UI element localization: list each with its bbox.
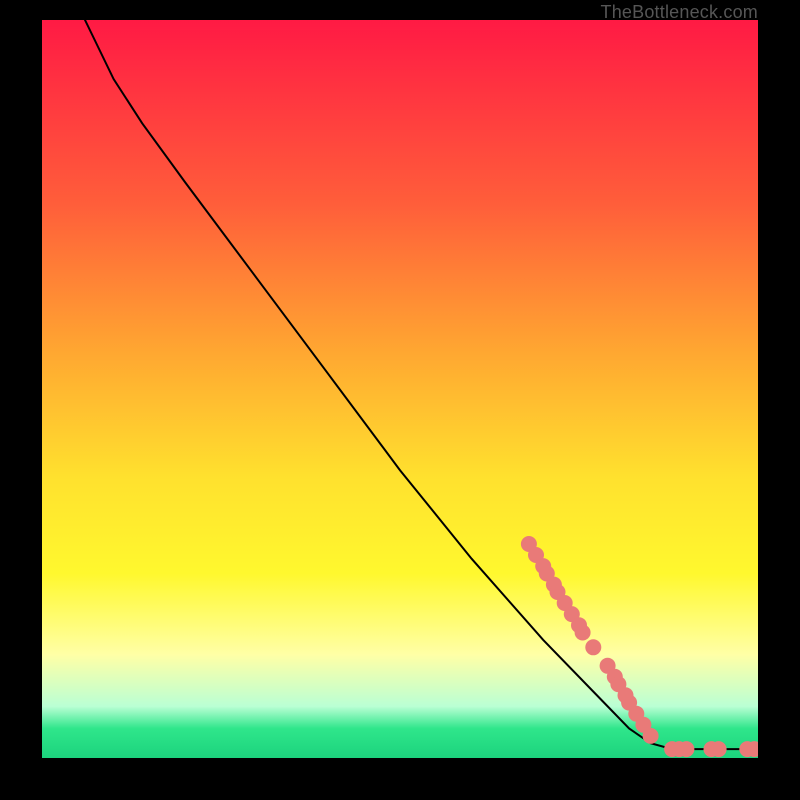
chart-svg [42,20,758,758]
chart-stage: TheBottleneck.com [0,0,800,800]
curve-line [85,20,758,749]
data-marker [643,728,659,744]
marker-group [521,536,758,757]
data-marker [585,639,601,655]
data-marker [575,625,591,641]
data-marker [678,741,694,757]
attribution-label: TheBottleneck.com [601,2,758,23]
data-marker [711,741,727,757]
plot-area [42,20,758,758]
